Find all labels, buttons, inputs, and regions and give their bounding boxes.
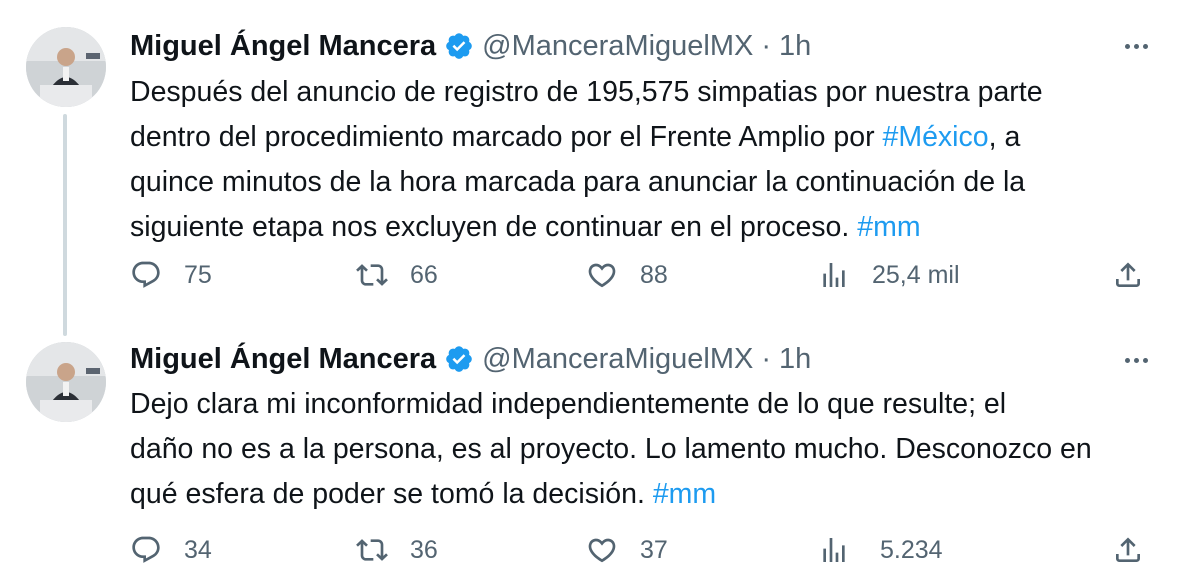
share-icon [1112,534,1144,566]
share-button[interactable] [1112,530,1144,570]
views-count: 25,4 mil [872,260,960,289]
verified-badge-icon [444,31,474,61]
reply-icon [130,534,162,566]
avatar[interactable] [26,27,106,107]
tweet-text-line: quince minutos de la hora marcada para a… [130,166,1026,198]
separator-dot: · [761,342,772,375]
retweet-button[interactable]: 36 [356,530,438,570]
separator-dot: · [761,29,772,62]
tweet-1[interactable]: Miguel Ángel Mancera @ManceraMiguelMX · … [0,0,1184,336]
tweet-text-line: qué esfera de poder se tomó la decisión.… [130,478,717,510]
tweet-text-line: daño no es a la persona, es al proyecto.… [130,433,1092,465]
retweet-button[interactable]: 66 [356,255,438,295]
views-button[interactable]: 25,4 mil [818,255,960,295]
avatar[interactable] [26,342,106,422]
reply-icon [130,259,162,291]
retweet-icon [356,259,388,291]
thread-connector [63,114,67,336]
hashtag-link[interactable]: #mm [653,478,716,510]
views-chart-icon [818,259,850,291]
heart-icon [586,259,618,291]
more-dots-icon[interactable] [1118,348,1154,372]
action-bar: 34 36 37 5.234 [130,530,1154,570]
hashtag-link[interactable]: #mm [857,211,920,243]
author-name[interactable]: Miguel Ángel Mancera [130,343,436,376]
views-button[interactable]: 5.234 [818,530,943,570]
like-button[interactable]: 37 [586,530,668,570]
tweet-text: Dejo clara mi inconformidad independient… [130,382,1130,517]
timestamp[interactable]: 1h [779,30,811,63]
tweet-text-line: dentro del procedimiento marcado por el … [130,121,1021,153]
action-bar: 75 66 88 25,4 mil [130,255,1154,295]
verified-badge-icon [444,344,474,374]
tweet-text-line: siguiente etapa nos excluyen de continua… [130,211,921,243]
retweet-icon [356,534,388,566]
like-count: 88 [640,260,668,289]
tweet-text: Después del anuncio de registro de 195,5… [130,70,1130,250]
tweet-header: Miguel Ángel Mancera @ManceraMiguelMX · … [130,26,811,66]
reply-count: 34 [184,535,212,564]
like-button[interactable]: 88 [586,255,668,295]
hashtag-link[interactable]: #México [882,121,988,153]
reply-button[interactable]: 75 [130,255,212,295]
heart-icon [586,534,618,566]
tweet-header: Miguel Ángel Mancera @ManceraMiguelMX · … [130,339,811,379]
retweet-count: 66 [410,260,438,289]
tweet-text-line: Después del anuncio de registro de 195,5… [130,76,1043,108]
tweet-2[interactable]: Miguel Ángel Mancera @ManceraMiguelMX · … [0,318,1184,586]
reply-button[interactable]: 34 [130,530,212,570]
retweet-count: 36 [410,535,438,564]
reply-count: 75 [184,260,212,289]
timestamp[interactable]: 1h [779,343,811,376]
author-handle[interactable]: @ManceraMiguelMX [482,30,753,63]
share-button[interactable] [1112,255,1144,295]
author-name[interactable]: Miguel Ángel Mancera [130,30,436,63]
more-dots-icon[interactable] [1118,34,1154,58]
views-count: 5.234 [880,535,943,564]
share-icon [1112,259,1144,291]
like-count: 37 [640,535,668,564]
views-chart-icon [818,534,850,566]
tweet-text-line: Dejo clara mi inconformidad independient… [130,388,1007,420]
author-handle[interactable]: @ManceraMiguelMX [482,343,753,376]
